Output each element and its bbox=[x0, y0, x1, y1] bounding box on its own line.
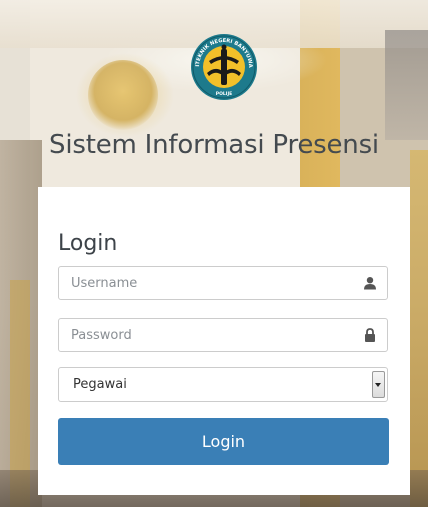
background-emblem bbox=[88, 60, 158, 130]
login-panel: Login Pegawai Login bbox=[38, 187, 410, 495]
login-page: POLITEKNIK NEGERI BANYUWANGI POLIJE Sist… bbox=[0, 0, 428, 507]
login-button[interactable]: Login bbox=[58, 418, 389, 465]
dropdown-arrow-icon[interactable] bbox=[372, 371, 385, 398]
login-heading: Login bbox=[58, 231, 118, 256]
username-input[interactable] bbox=[59, 267, 351, 299]
username-field bbox=[58, 266, 388, 300]
institution-seal-icon: POLITEKNIK NEGERI BANYUWANGI POLIJE bbox=[189, 33, 257, 100]
app-title: Sistem Informasi Presensi bbox=[49, 130, 379, 160]
user-icon bbox=[364, 277, 376, 290]
lock-icon bbox=[365, 328, 375, 342]
password-field bbox=[58, 318, 388, 352]
role-select-value: Pegawai bbox=[73, 377, 127, 392]
role-select[interactable]: Pegawai bbox=[58, 367, 388, 402]
background-window bbox=[385, 30, 428, 140]
background-pillar-right bbox=[410, 150, 428, 507]
password-input[interactable] bbox=[59, 319, 351, 351]
seal-bottom-text: POLIJE bbox=[216, 91, 232, 97]
